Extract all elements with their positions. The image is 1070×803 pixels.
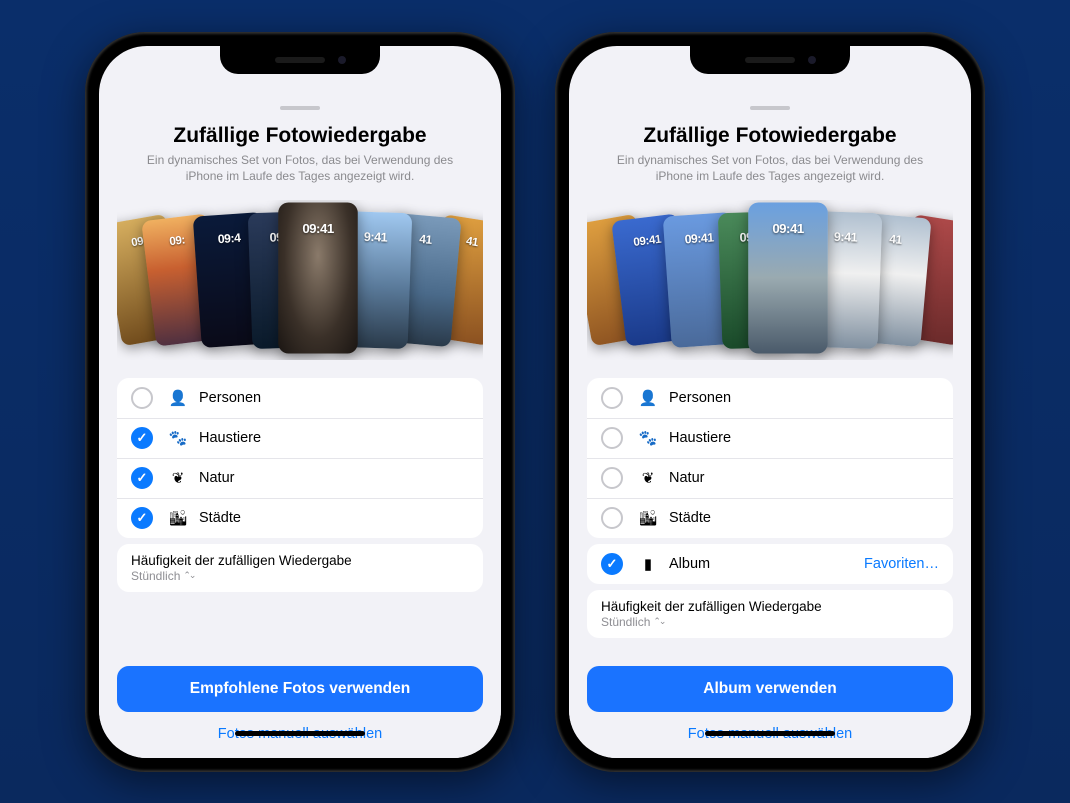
check-icon[interactable] <box>601 467 623 489</box>
album-row[interactable]: ▮ Album Favoriten… <box>587 544 953 584</box>
check-icon[interactable] <box>131 427 153 449</box>
check-icon[interactable] <box>601 387 623 409</box>
notch <box>690 46 850 74</box>
check-icon[interactable] <box>131 467 153 489</box>
choose-manually-link[interactable]: Fotos manuell auswählen <box>569 712 971 744</box>
choose-manually-link[interactable]: Fotos manuell auswählen <box>99 712 501 744</box>
category-row-natur[interactable]: ❦ Natur <box>587 458 953 498</box>
screen: Zufällige Fotowiedergabe Ein dynamisches… <box>569 46 971 758</box>
use-recommended-button[interactable]: Empfohlene Fotos verwenden <box>117 666 483 712</box>
chevron-up-down-icon: ⌃⌄ <box>183 570 194 581</box>
album-group: ▮ Album Favoriten… <box>587 544 953 584</box>
sheet: Zufällige Fotowiedergabe Ein dynamisches… <box>569 94 971 758</box>
person-icon: 👤 <box>167 389 189 407</box>
check-icon[interactable] <box>601 553 623 575</box>
wallpaper-preview-strip: 09 09: 09:4 09:41 09:41 9:41 41 41 <box>117 200 483 360</box>
category-label: Städte <box>199 510 241 526</box>
category-row-personen[interactable]: 👤 Personen <box>117 378 483 418</box>
preview-card-center: 09:41 <box>748 202 828 353</box>
paw-icon: 🐾 <box>167 429 189 447</box>
frequency-group: Häufigkeit der zufälligen Wiedergabe Stü… <box>587 590 953 638</box>
category-label: Städte <box>669 510 711 526</box>
album-icon: ▮ <box>637 555 659 573</box>
category-row-haustiere[interactable]: 🐾 Haustiere <box>117 418 483 458</box>
frequency-row[interactable]: Häufigkeit der zufälligen Wiedergabe Stü… <box>587 590 953 638</box>
sheet-grabber[interactable] <box>750 106 790 110</box>
category-row-staedte[interactable]: 🏙 Städte <box>587 498 953 538</box>
sheet: Zufällige Fotowiedergabe Ein dynamisches… <box>99 94 501 758</box>
paw-icon: 🐾 <box>637 429 659 447</box>
frequency-value: Stündlich⌃⌄ <box>131 569 469 583</box>
home-indicator[interactable] <box>235 731 365 736</box>
phone-mockup-left: Zufällige Fotowiedergabe Ein dynamisches… <box>85 32 515 772</box>
chevron-up-down-icon: ⌃⌄ <box>653 616 664 627</box>
category-row-personen[interactable]: 👤 Personen <box>587 378 953 418</box>
frequency-label: Häufigkeit der zufälligen Wiedergabe <box>601 599 939 615</box>
city-icon: 🏙 <box>167 509 189 527</box>
sheet-subtitle: Ein dynamisches Set von Fotos, das bei V… <box>569 148 971 184</box>
sheet-grabber[interactable] <box>280 106 320 110</box>
category-row-natur[interactable]: ❦ Natur <box>117 458 483 498</box>
category-label: Haustiere <box>669 430 731 446</box>
notch <box>220 46 380 74</box>
category-label: Natur <box>669 470 704 486</box>
frequency-group: Häufigkeit der zufälligen Wiedergabe Stü… <box>117 544 483 592</box>
check-icon[interactable] <box>131 507 153 529</box>
use-album-button[interactable]: Album verwenden <box>587 666 953 712</box>
frequency-row[interactable]: Häufigkeit der zufälligen Wiedergabe Stü… <box>117 544 483 592</box>
category-label: Haustiere <box>199 430 261 446</box>
category-list: 👤 Personen 🐾 Haustiere ❦ Natur <box>117 378 483 538</box>
wallpaper-preview-strip: 09:41 09:41 09:41 09:41 9:41 41 <box>587 200 953 360</box>
preview-card-center: 09:41 <box>278 202 358 353</box>
check-icon[interactable] <box>601 427 623 449</box>
sheet-subtitle: Ein dynamisches Set von Fotos, das bei V… <box>99 148 501 184</box>
leaf-icon: ❦ <box>167 469 189 487</box>
person-icon: 👤 <box>637 389 659 407</box>
category-label: Personen <box>669 390 731 406</box>
category-row-haustiere[interactable]: 🐾 Haustiere <box>587 418 953 458</box>
home-indicator[interactable] <box>705 731 835 736</box>
album-value[interactable]: Favoriten… <box>864 556 939 572</box>
check-icon[interactable] <box>131 387 153 409</box>
category-list: 👤 Personen 🐾 Haustiere ❦ Natur <box>587 378 953 538</box>
check-icon[interactable] <box>601 507 623 529</box>
sheet-title: Zufällige Fotowiedergabe <box>569 124 971 148</box>
frequency-value: Stündlich⌃⌄ <box>601 615 939 629</box>
leaf-icon: ❦ <box>637 469 659 487</box>
category-label: Natur <box>199 470 234 486</box>
category-label: Personen <box>199 390 261 406</box>
frequency-label: Häufigkeit der zufälligen Wiedergabe <box>131 553 469 569</box>
sheet-title: Zufällige Fotowiedergabe <box>99 124 501 148</box>
screen: Zufällige Fotowiedergabe Ein dynamisches… <box>99 46 501 758</box>
phone-mockup-right: Zufällige Fotowiedergabe Ein dynamisches… <box>555 32 985 772</box>
category-row-staedte[interactable]: 🏙 Städte <box>117 498 483 538</box>
city-icon: 🏙 <box>637 509 659 527</box>
album-label: Album <box>669 556 710 572</box>
